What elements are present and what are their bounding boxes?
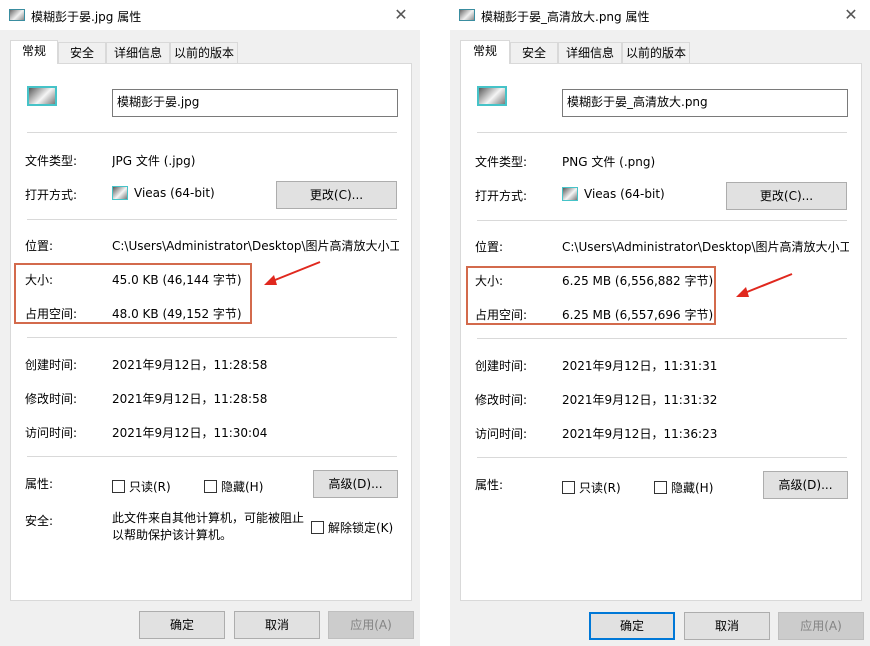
tab-previous-versions[interactable]: 以前的版本 xyxy=(622,42,690,63)
attributes-label: 属性: xyxy=(25,477,54,491)
location-label: 位置: xyxy=(475,240,504,254)
readonly-label: 只读(R) xyxy=(579,481,621,495)
location-value: C:\Users\Administrator\Desktop\图片高清放大小工 xyxy=(112,239,399,253)
title-bar[interactable]: 模糊彭于晏.jpg 属性 ✕ xyxy=(0,0,420,30)
window-title: 模糊彭于晏.jpg 属性 xyxy=(31,10,142,24)
open-with-label: 打开方式: xyxy=(25,188,78,202)
created-value: 2021年9月12日，11:31:31 xyxy=(562,359,718,373)
image-file-icon xyxy=(9,9,25,21)
tab-previous-versions[interactable]: 以前的版本 xyxy=(170,42,238,63)
ok-button[interactable]: 确定 xyxy=(589,612,675,640)
cancel-button[interactable]: 取消 xyxy=(684,612,770,640)
open-with-app-name: Vieas (64-bit) xyxy=(134,186,215,200)
open-with-app-name: Vieas (64-bit) xyxy=(584,187,665,201)
change-button[interactable]: 更改(C)... xyxy=(726,182,847,210)
modified-label: 修改时间: xyxy=(475,393,528,407)
general-panel: 模糊彭于晏.jpg 文件类型: JPG 文件 (.jpg) 打开方式: Viea… xyxy=(10,63,412,601)
divider xyxy=(27,219,397,220)
location-label: 位置: xyxy=(25,239,54,253)
open-with-value: Vieas (64-bit) xyxy=(562,187,665,201)
checkbox-box[interactable] xyxy=(311,521,324,534)
checkbox-box[interactable] xyxy=(112,480,125,493)
change-button[interactable]: 更改(C)... xyxy=(276,181,397,209)
tab-security[interactable]: 安全 xyxy=(510,42,558,63)
tab-general[interactable]: 常规 xyxy=(10,40,58,64)
file-type-value: JPG 文件 (.jpg) xyxy=(112,154,196,168)
open-with-label: 打开方式: xyxy=(475,189,528,203)
hidden-label: 隐藏(H) xyxy=(671,481,714,495)
close-icon[interactable]: ✕ xyxy=(388,2,414,28)
title-bar[interactable]: 模糊彭于晏_高清放大.png 属性 ✕ xyxy=(450,0,870,30)
location-value: C:\Users\Administrator\Desktop\图片高清放大小工 xyxy=(562,240,849,254)
hidden-label: 隐藏(H) xyxy=(221,480,264,494)
created-value: 2021年9月12日，11:28:58 xyxy=(112,358,268,372)
attributes-label: 属性: xyxy=(475,478,504,492)
modified-label: 修改时间: xyxy=(25,392,78,406)
unblock-checkbox[interactable]: 解除锁定(K) xyxy=(311,519,393,536)
advanced-button[interactable]: 高级(D)... xyxy=(763,471,848,499)
apply-button[interactable]: 应用(A) xyxy=(328,611,414,639)
size-highlight-box xyxy=(466,266,716,325)
divider xyxy=(477,132,847,133)
divider xyxy=(477,457,847,458)
filename-input[interactable]: 模糊彭于晏.jpg xyxy=(112,89,398,117)
created-label: 创建时间: xyxy=(475,359,528,373)
checkbox-box[interactable] xyxy=(562,481,575,494)
viewer-app-icon xyxy=(112,186,128,200)
security-line-1: 此文件来自其他计算机，可能被阻止 xyxy=(112,511,305,525)
filename-input[interactable]: 模糊彭于晏_高清放大.png xyxy=(562,89,848,117)
divider xyxy=(477,338,847,339)
modified-value: 2021年9月12日，11:28:58 xyxy=(112,392,268,406)
hidden-checkbox[interactable]: 隐藏(H) xyxy=(654,479,713,496)
modified-value: 2021年9月12日，11:31:32 xyxy=(562,393,718,407)
readonly-checkbox[interactable]: 只读(R) xyxy=(562,479,621,496)
apply-button[interactable]: 应用(A) xyxy=(778,612,864,640)
annotation-arrow-icon xyxy=(264,261,321,285)
accessed-value: 2021年9月12日，11:36:23 xyxy=(562,427,718,441)
unblock-label: 解除锁定(K) xyxy=(328,521,394,535)
file-type-label: 文件类型: xyxy=(25,154,78,168)
image-file-icon xyxy=(477,86,507,106)
file-type-label: 文件类型: xyxy=(475,155,528,169)
tab-details[interactable]: 详细信息 xyxy=(106,42,170,63)
tab-general[interactable]: 常规 xyxy=(460,40,510,64)
created-label: 创建时间: xyxy=(25,358,78,372)
hidden-checkbox[interactable]: 隐藏(H) xyxy=(204,478,263,495)
tab-security[interactable]: 安全 xyxy=(58,42,106,63)
close-icon[interactable]: ✕ xyxy=(838,2,864,28)
divider xyxy=(477,220,847,221)
security-message: 此文件来自其他计算机，可能被阻止 以帮助保护该计算机。 xyxy=(112,510,304,544)
accessed-value: 2021年9月12日，11:30:04 xyxy=(112,426,268,440)
checkbox-box[interactable] xyxy=(204,480,217,493)
image-file-icon xyxy=(27,86,57,106)
divider xyxy=(27,337,397,338)
accessed-label: 访问时间: xyxy=(25,426,78,440)
security-label: 安全: xyxy=(25,514,54,528)
cancel-button[interactable]: 取消 xyxy=(234,611,320,639)
file-type-value: PNG 文件 (.png) xyxy=(562,155,656,169)
readonly-label: 只读(R) xyxy=(129,480,171,494)
size-highlight-box xyxy=(14,263,252,324)
image-file-icon xyxy=(459,9,475,21)
readonly-checkbox[interactable]: 只读(R) xyxy=(112,478,171,495)
window-title: 模糊彭于晏_高清放大.png 属性 xyxy=(481,10,650,24)
tab-details[interactable]: 详细信息 xyxy=(558,42,622,63)
checkbox-box[interactable] xyxy=(654,481,667,494)
advanced-button[interactable]: 高级(D)... xyxy=(313,470,398,498)
viewer-app-icon xyxy=(562,187,578,201)
divider xyxy=(27,456,397,457)
ok-button[interactable]: 确定 xyxy=(139,611,225,639)
annotation-arrow-icon xyxy=(736,273,793,297)
open-with-value: Vieas (64-bit) xyxy=(112,186,215,200)
divider xyxy=(27,132,397,133)
security-line-2: 以帮助保护该计算机。 xyxy=(112,528,233,542)
general-panel: 模糊彭于晏_高清放大.png 文件类型: PNG 文件 (.png) 打开方式:… xyxy=(460,63,862,601)
accessed-label: 访问时间: xyxy=(475,427,528,441)
